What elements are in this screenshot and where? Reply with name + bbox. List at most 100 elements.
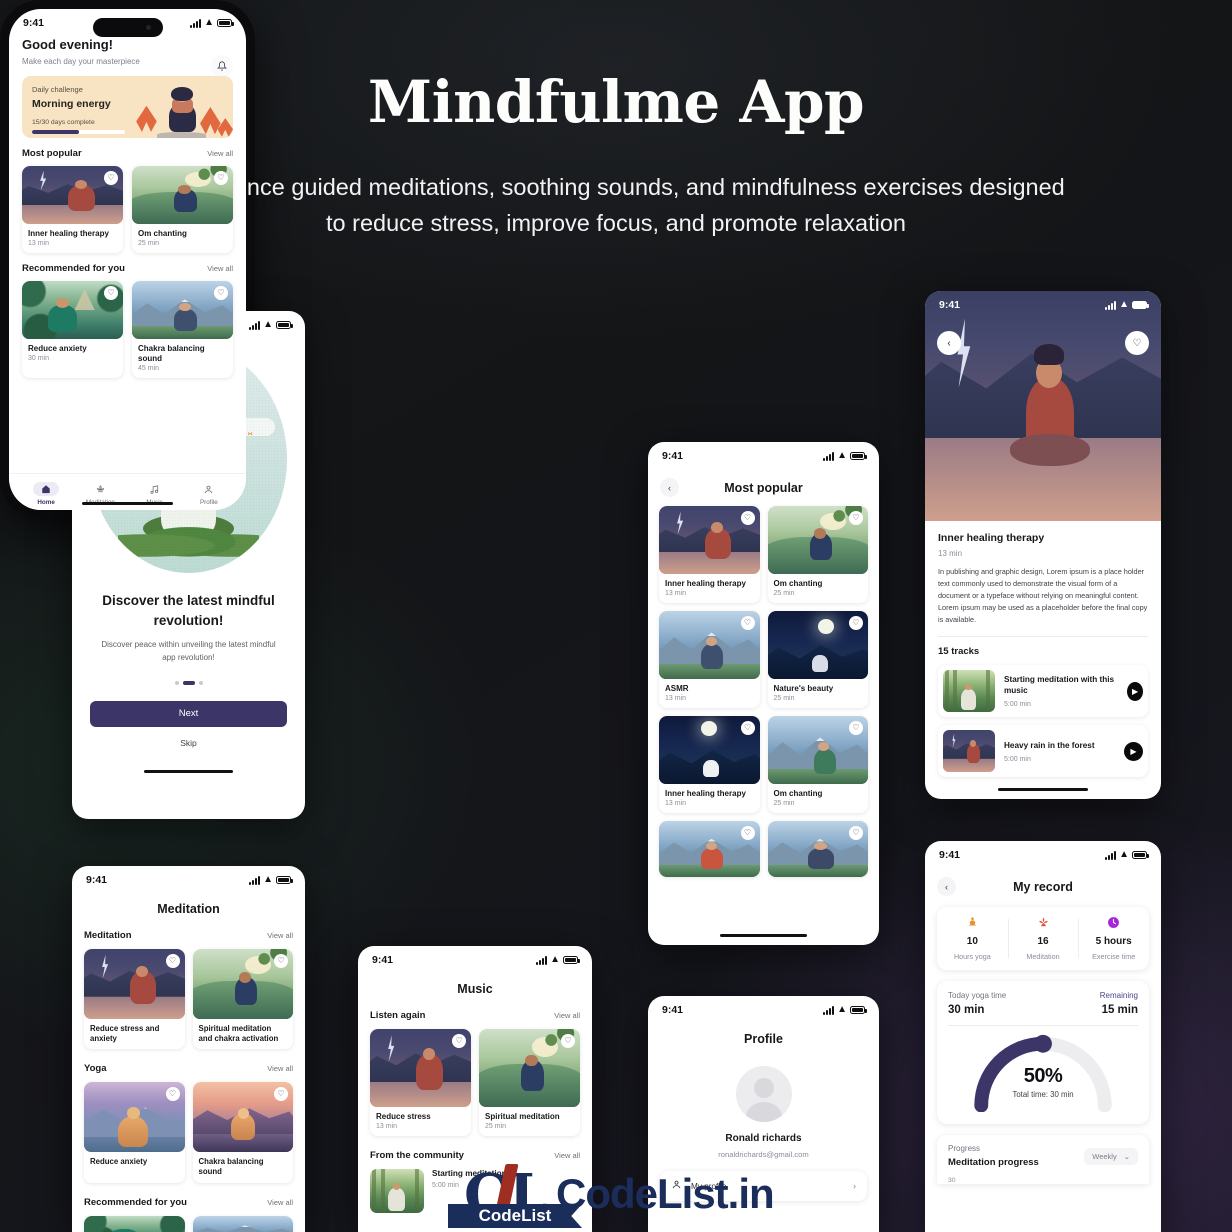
status-bar: 9:41 ▲ (648, 996, 879, 1018)
pagination-dot[interactable] (198, 680, 203, 685)
track-row[interactable]: Starting meditation with this music 5:00… (938, 665, 1148, 718)
media-card[interactable]: ♡ Om chanting 25 min (767, 716, 868, 813)
nav-item-profile[interactable]: Profile (183, 482, 235, 506)
skip-button[interactable]: Skip (72, 738, 305, 748)
media-card[interactable]: ♡ Reduce stress 13 min (370, 1029, 471, 1136)
dynamic-island (92, 18, 163, 37)
next-button[interactable]: Next (90, 700, 287, 727)
card-duration: 30 min (28, 355, 50, 362)
status-time: 9:41 (372, 954, 394, 966)
media-card[interactable]: ♡ Om chanting 25 min (132, 166, 233, 253)
media-card[interactable]: ♡ Om chanting 25 min (767, 506, 868, 603)
favorite-heart-icon[interactable]: ♡ (1125, 331, 1149, 355)
card-thumbnail: ♡ (132, 166, 233, 224)
media-card[interactable]: ♡ Chakra balancing sound 45 min (132, 281, 233, 378)
play-icon[interactable]: ▶ (1127, 681, 1143, 701)
heart-icon[interactable]: ♡ (452, 1034, 466, 1048)
heart-icon[interactable]: ♡ (561, 1034, 575, 1048)
track-title: Heavy rain in the forest (1004, 740, 1095, 750)
view-all-link[interactable]: View all (554, 1151, 580, 1160)
back-button[interactable]: ‹ (937, 877, 956, 896)
media-card[interactable]: ♡ (659, 821, 760, 877)
heart-icon[interactable]: ♡ (849, 826, 863, 840)
view-all-link[interactable]: View all (267, 1064, 293, 1073)
section-title: Listen again (370, 1010, 426, 1021)
media-card[interactable] (84, 1215, 185, 1232)
media-card[interactable]: ♡ Spiritual meditation 25 min (479, 1029, 580, 1136)
section-listen-again: Listen again View all ♡ Reduce stress 13… (358, 1010, 592, 1136)
heart-icon[interactable]: ♡ (740, 511, 755, 525)
media-card[interactable]: ♡ Reduce stress and anxiety (84, 949, 185, 1050)
battery-icon (563, 956, 580, 964)
media-card[interactable] (192, 1215, 293, 1232)
heart-icon[interactable]: ♡ (104, 171, 118, 185)
nav-item-home[interactable]: Home (20, 482, 72, 506)
media-card[interactable]: ♡ Chakra balancing sound (192, 1082, 293, 1183)
heart-icon[interactable]: ♡ (214, 171, 228, 185)
back-button[interactable]: ‹ (660, 478, 679, 497)
view-all-link[interactable]: View all (554, 1011, 580, 1020)
media-card[interactable]: ♡ (767, 821, 868, 877)
media-card[interactable]: ♡ ASMR 13 min (659, 611, 760, 708)
track-thumbnail (943, 670, 995, 713)
view-all-link[interactable]: View all (267, 931, 293, 940)
divider (938, 636, 1148, 638)
back-button[interactable]: ‹ (937, 331, 961, 355)
wifi-icon: ▲ (263, 874, 273, 885)
card-title: ASMR (665, 684, 689, 693)
track-row[interactable]: Heavy rain in the forest 5:00 min ▶ (938, 725, 1148, 778)
media-card[interactable]: ♡ Reduce anxiety 30 min (22, 281, 123, 378)
track-thumbnail (370, 1169, 424, 1213)
status-time: 9:41 (662, 450, 684, 462)
media-card[interactable]: ♡ Spiritual meditation and chakra activa… (192, 949, 293, 1050)
card-thumbnail: ♡ (659, 821, 760, 877)
tagline-text: Make each day your masterpiece (22, 57, 140, 66)
heart-icon[interactable]: ♡ (740, 616, 755, 630)
status-time: 9:41 (662, 1004, 684, 1016)
media-card[interactable]: ♡ Inner healing therapy 13 min (22, 166, 123, 253)
pagination-dot-active[interactable] (182, 680, 195, 685)
media-card[interactable]: ♡ Inner healing therapy 13 min (659, 506, 760, 603)
heart-icon[interactable]: ♡ (849, 616, 863, 630)
heart-icon[interactable]: ♡ (849, 721, 863, 735)
daily-challenge-card[interactable]: Daily challenge Morning energy 15/30 day… (22, 76, 233, 138)
media-card[interactable]: ♡ Inner healing therapy 13 min (659, 716, 760, 813)
heart-icon[interactable]: ♡ (104, 286, 118, 300)
view-all-link[interactable]: View all (207, 149, 233, 158)
play-icon[interactable]: ▶ (1124, 741, 1143, 761)
today-value: 30 min (948, 1004, 985, 1016)
heart-icon[interactable]: ♡ (740, 826, 755, 840)
stat-meditation: 16 Meditation (1007, 916, 1079, 961)
heart-icon[interactable]: ♡ (274, 954, 288, 968)
detail-duration: 13 min (938, 549, 963, 558)
heart-icon[interactable]: ♡ (849, 511, 863, 525)
pagination-dot[interactable] (174, 680, 179, 685)
screen-title: Meditation (157, 902, 220, 916)
bell-icon[interactable] (211, 55, 233, 77)
heart-icon[interactable]: ♡ (165, 954, 180, 968)
battery-icon (850, 452, 867, 460)
home-indicator (144, 769, 233, 773)
card-title: Om chanting (773, 579, 823, 588)
heart-icon[interactable]: ♡ (214, 286, 228, 300)
heart-icon[interactable]: ♡ (165, 1087, 180, 1102)
media-card[interactable]: ♡ Reduce anxiety (84, 1082, 185, 1183)
section-title: Recommended for you (84, 1196, 187, 1208)
card-thumbnail: ♡ (192, 1082, 293, 1153)
battery-icon (217, 19, 234, 27)
card-duration: 25 min (773, 695, 795, 702)
avatar[interactable] (735, 1066, 792, 1122)
media-card[interactable]: ♡ Nature's beauty 25 min (767, 611, 868, 708)
view-all-link[interactable]: View all (267, 1198, 293, 1207)
detail-hero-image: 9:41 ▲ ‹ ♡ (925, 291, 1161, 521)
section-header-most-popular: Most popular View all (22, 148, 233, 159)
phone-detail: 9:41 ▲ ‹ ♡ Inner healing therapy 13 min … (925, 291, 1161, 799)
stat-label: Exercise time (1092, 952, 1136, 961)
view-all-link[interactable]: View all (207, 264, 233, 273)
pagination-dots[interactable] (72, 680, 305, 685)
wifi-icon: ▲ (550, 954, 560, 965)
range-select[interactable]: Weekly ⌄ (1084, 1147, 1138, 1165)
heart-icon[interactable]: ♡ (740, 721, 755, 735)
card-thumbnail: ♡ (84, 949, 185, 1019)
card-grid (84, 1215, 293, 1232)
